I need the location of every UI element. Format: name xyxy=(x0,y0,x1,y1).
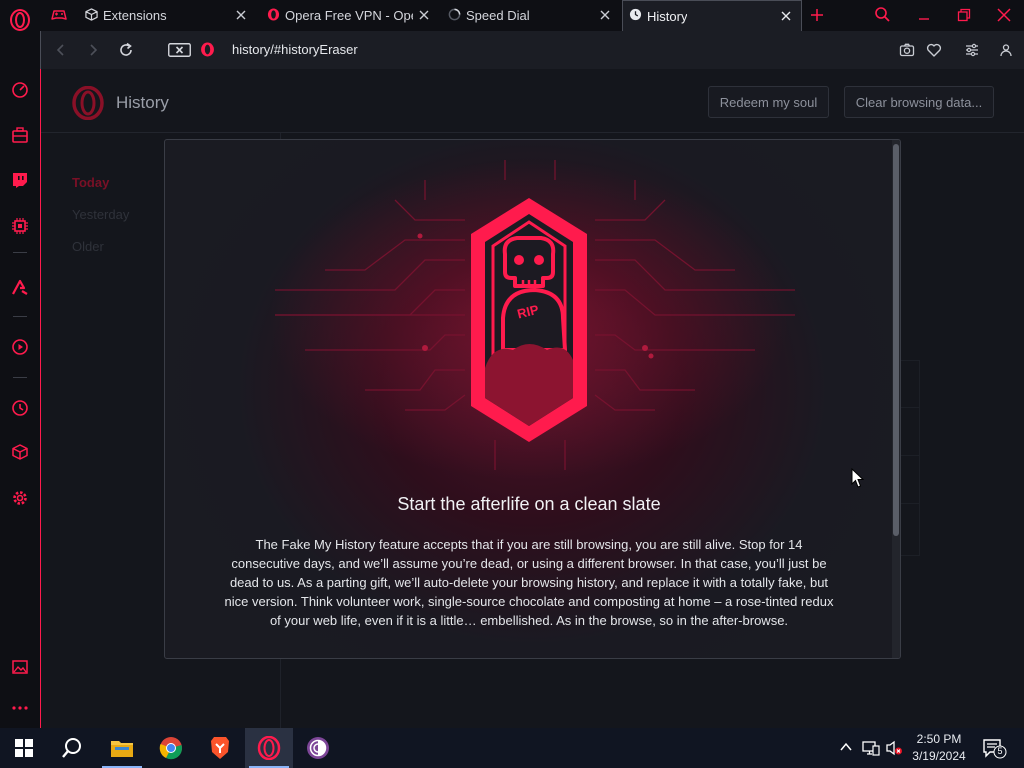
fake-history-modal: RIP Start the afterlife on a clean slate… xyxy=(164,139,901,659)
sidebar-separator xyxy=(13,316,27,317)
opera-sidebar xyxy=(0,0,40,728)
page-title: History xyxy=(116,93,169,112)
clear-browsing-data-button[interactable]: Clear browsing data... xyxy=(844,86,994,118)
windows-start-icon[interactable] xyxy=(0,728,48,768)
opera-address-icon xyxy=(200,42,216,58)
profile-icon[interactable] xyxy=(998,42,1014,58)
history-clock-icon[interactable] xyxy=(8,396,32,420)
modal-title: Start the afterlife on a clean slate xyxy=(397,494,661,514)
windows-taskbar: 2:50 PM 3/19/2024 5 xyxy=(0,728,1024,768)
tab-title: Opera Free VPN - Opera xyxy=(285,8,413,23)
extensions-cube-icon[interactable] xyxy=(8,440,32,464)
history-header: History Redeem my soul Clear browsing da… xyxy=(41,69,1024,133)
close-tab-icon[interactable] xyxy=(779,9,793,23)
modal-scrollbar[interactable] xyxy=(892,140,900,658)
notification-count: 5 xyxy=(997,746,1003,756)
restore-icon[interactable] xyxy=(956,7,972,23)
brave-icon[interactable] xyxy=(196,728,244,768)
loading-spinner-icon xyxy=(448,8,461,24)
nav-yesterday[interactable]: Yesterday xyxy=(72,207,129,222)
address-url[interactable]: history/#historyEraser xyxy=(232,42,358,57)
settings-gear-icon[interactable] xyxy=(8,486,32,510)
sidebar-separator xyxy=(13,377,27,378)
tab-strip: Extensions Opera Free VPN - Opera Speed … xyxy=(40,0,1024,31)
clock-date[interactable]: 3/19/2024 xyxy=(900,749,978,763)
chrome-icon[interactable] xyxy=(147,728,195,768)
close-tab-icon[interactable] xyxy=(598,8,612,22)
close-window-icon[interactable] xyxy=(996,7,1012,23)
opera-menu-icon[interactable] xyxy=(8,8,32,32)
tor-browser-icon[interactable] xyxy=(294,728,342,768)
clock-time[interactable]: 2:50 PM xyxy=(900,732,978,746)
heart-bookmark-icon[interactable] xyxy=(926,42,942,58)
player-icon[interactable] xyxy=(8,335,32,359)
file-explorer-icon[interactable] xyxy=(98,728,146,768)
nav-today[interactable]: Today xyxy=(72,175,109,190)
scrollbar-thumb[interactable] xyxy=(893,144,899,536)
workspaces-gamepad-icon[interactable] xyxy=(51,8,69,24)
cpu-limiter-icon[interactable] xyxy=(8,214,32,238)
forward-arrow-icon[interactable] xyxy=(85,42,101,58)
tab-extensions[interactable]: Extensions xyxy=(78,0,256,31)
opera-history-logo-icon xyxy=(71,85,105,121)
cube-icon xyxy=(85,7,98,24)
reload-icon[interactable] xyxy=(118,42,134,58)
modal-description: The Fake My History feature accepts that… xyxy=(224,537,834,628)
tab-title: Extensions xyxy=(103,8,167,23)
secure-page-badge-icon[interactable] xyxy=(168,43,191,57)
minimize-icon[interactable] xyxy=(916,7,932,23)
opera-logo-icon xyxy=(267,7,280,24)
tab-history[interactable]: History xyxy=(622,0,802,31)
mouse-cursor-icon xyxy=(851,467,865,490)
sidebar-separator xyxy=(13,252,27,253)
wallpaper-icon[interactable] xyxy=(8,655,32,679)
twitch-icon[interactable] xyxy=(8,168,32,192)
tab-title: History xyxy=(647,8,688,24)
tab-opera-vpn[interactable]: Opera Free VPN - Opera xyxy=(261,0,439,31)
snapshot-camera-icon[interactable] xyxy=(899,42,915,58)
tab-search-icon[interactable] xyxy=(874,6,892,24)
close-tab-icon[interactable] xyxy=(417,8,431,22)
nav-older[interactable]: Older xyxy=(72,239,104,254)
taskbar-search-icon[interactable] xyxy=(48,728,96,768)
easy-setup-icon[interactable] xyxy=(964,42,980,58)
tab-title: Speed Dial xyxy=(466,8,530,23)
opera-gx-taskbar-icon[interactable] xyxy=(245,728,293,768)
close-tab-icon[interactable] xyxy=(234,8,248,22)
show-hidden-icons-chevron-icon[interactable] xyxy=(839,740,853,754)
more-dots-icon[interactable] xyxy=(8,696,32,720)
clock-icon xyxy=(629,8,642,24)
bag-icon[interactable] xyxy=(8,123,32,147)
back-arrow-icon[interactable] xyxy=(53,42,69,58)
network-icon[interactable] xyxy=(862,740,880,756)
new-tab-plus-icon[interactable] xyxy=(809,7,825,23)
aria-icon[interactable] xyxy=(8,275,32,299)
speed-dial-icon[interactable] xyxy=(8,78,32,102)
redeem-my-soul-button[interactable]: Redeem my soul xyxy=(708,86,829,118)
action-center-icon[interactable]: 5 xyxy=(982,738,1008,760)
address-toolbar: history/#historyEraser xyxy=(40,31,1024,69)
tab-speed-dial[interactable]: Speed Dial xyxy=(442,0,620,31)
